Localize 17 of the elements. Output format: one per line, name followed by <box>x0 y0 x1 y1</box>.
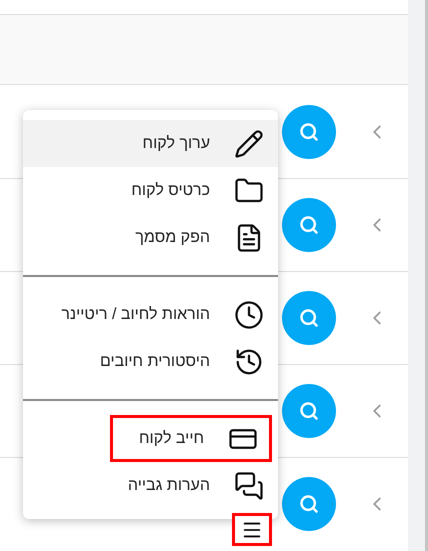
history-icon <box>234 346 264 376</box>
pencil-icon <box>234 128 264 158</box>
search-icon <box>299 494 319 514</box>
menu-item[interactable]: ערוך לקוח <box>23 120 278 167</box>
menu-item[interactable]: הפק מסמך <box>23 214 278 261</box>
menu-item[interactable]: חייב לקוח <box>110 415 272 462</box>
menu-item[interactable]: הוראות לחיוב / ריטיינר <box>23 291 278 338</box>
menu-item[interactable]: הערות גבייה <box>23 462 278 509</box>
search-icon <box>299 308 319 328</box>
clock-icon <box>234 300 264 330</box>
speech-bubbles-icon <box>234 470 264 500</box>
search-icon <box>299 122 319 142</box>
search-icon <box>299 214 319 235</box>
menu-item[interactable]: היסטורית חיובים <box>23 338 278 385</box>
search-icon <box>299 400 319 421</box>
menu-button[interactable] <box>232 513 272 546</box>
menu-item[interactable]: כרטיס לקוח <box>23 167 278 214</box>
